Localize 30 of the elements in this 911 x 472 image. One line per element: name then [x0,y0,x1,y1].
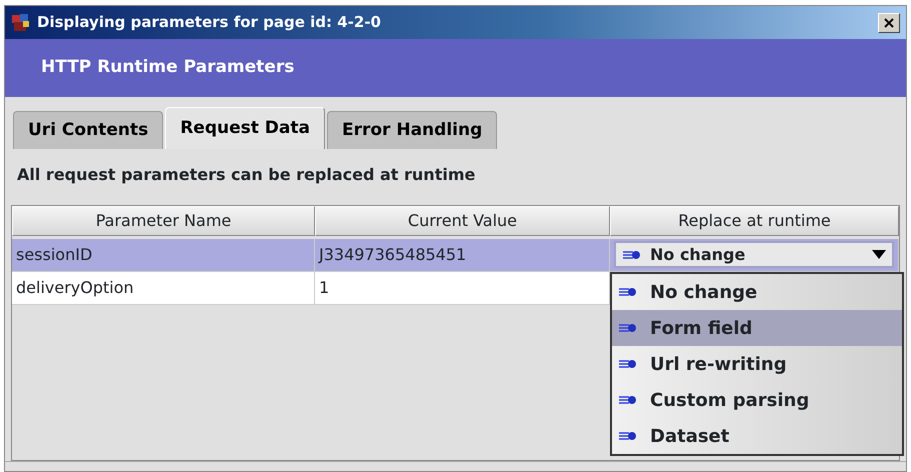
bullet-icon [618,323,638,333]
menu-item[interactable]: Custom parsing [612,382,902,418]
caret-icon [872,250,886,259]
bullet-icon [618,287,638,297]
tab[interactable]: Error Handling [326,111,498,149]
tab[interactable]: Uri Contents [13,111,164,149]
dropdown[interactable]: No change [614,241,894,268]
bullet-icon [618,359,638,369]
menu-item[interactable]: Url re-writing [612,346,902,382]
table-row[interactable]: sessionID J33497365485451 No change [12,239,899,272]
bullet-icon [618,431,638,441]
window-title: Displaying parameters for page id: 4-2-0 [37,12,381,34]
bullet-icon [622,250,642,260]
column-header[interactable]: Replace at runtime [610,206,899,236]
close-button[interactable] [878,12,900,32]
table-cell: 1 [318,278,330,297]
app-icon [11,12,31,32]
menu-item[interactable]: Dataset [612,418,902,454]
info-text: All request parameters can be replaced at runtime [17,165,476,184]
bullet-icon [618,395,638,405]
table-cell: J33497365485451 [318,245,466,264]
menu-item[interactable]: Form field [612,310,902,346]
table-cell: sessionID [16,245,92,264]
column-header[interactable]: Current Value [314,206,610,236]
close-icon [884,18,894,28]
column-header[interactable]: Parameter Name [12,206,315,236]
section-title: HTTP Runtime Parameters [41,56,294,80]
menu-item[interactable]: No change [612,274,902,310]
table-cell: deliveryOption [16,278,134,297]
tab[interactable]: Request Data [165,107,325,149]
